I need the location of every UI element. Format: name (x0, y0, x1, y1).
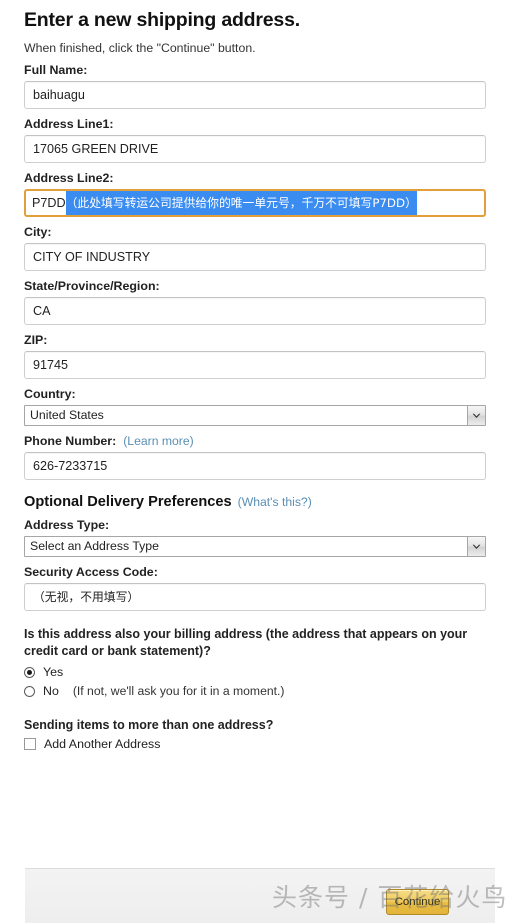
phone-number-input[interactable]: 626-7233715 (24, 452, 486, 480)
field-phone-number: Phone Number: (Learn more) 626-7233715 (24, 434, 501, 480)
city-label: City: (24, 225, 52, 239)
field-city: City: CITY OF INDUSTRY (24, 225, 501, 271)
address-line1-value: 17065 GREEN DRIVE (33, 142, 159, 156)
radio-no-icon[interactable] (24, 685, 35, 697)
billing-option-no-note: (If not, we'll ask you for it in a momen… (72, 684, 285, 698)
billing-option-yes-label: Yes (43, 665, 64, 679)
billing-option-no[interactable]: No (If not, we'll ask you for it in a mo… (24, 684, 501, 698)
field-address-line1: Address Line1: 17065 GREEN DRIVE (24, 117, 501, 163)
billing-option-yes[interactable]: Yes (24, 665, 501, 679)
country-selected-value: United States (30, 408, 104, 422)
field-security-access-code: Security Access Code: （无视，不用填写） (24, 565, 501, 611)
page-subtitle: When finished, click the "Continue" butt… (24, 41, 256, 55)
checkbox-add-another-address-icon[interactable] (24, 738, 36, 750)
country-select[interactable]: United States (24, 405, 486, 426)
security-access-code-value: （无视，不用填写） (33, 590, 140, 604)
zip-input[interactable]: 91745 (24, 351, 486, 379)
address-line1-input[interactable]: 17065 GREEN DRIVE (24, 135, 486, 163)
address-type-select[interactable]: Select an Address Type (24, 536, 486, 557)
address-line2-value: P7DD (32, 196, 66, 210)
address-type-label: Address Type: (24, 518, 110, 532)
address-type-selected-value: Select an Address Type (30, 539, 159, 553)
address-line2-input[interactable]: P7DD （此处填写转运公司提供给你的唯一单元号，千万不可填写P7DD） (24, 189, 486, 217)
state-value: CA (33, 304, 51, 318)
page-title: Enter a new shipping address. (24, 9, 300, 31)
city-value: CITY OF INDUSTRY (33, 250, 151, 264)
optional-delivery-preferences-header: Optional Delivery Preferences (What's th… (24, 494, 501, 510)
billing-option-no-label: No (43, 684, 59, 698)
radio-yes-icon[interactable] (24, 666, 35, 678)
field-full-name: Full Name: baihuagu (24, 63, 501, 109)
state-input[interactable]: CA (24, 297, 486, 325)
field-address-line2: Address Line2: P7DD （此处填写转运公司提供给你的唯一单元号，千… (24, 171, 501, 217)
multi-address-question: Sending items to more than one address? (24, 718, 274, 732)
field-country: Country: United States (24, 387, 501, 426)
shipping-address-form-page: Enter a new shipping address. When finis… (0, 0, 525, 923)
full-name-value: baihuagu (33, 88, 85, 102)
phone-number-label: Phone Number: (24, 434, 117, 448)
field-state: State/Province/Region: CA (24, 279, 501, 325)
security-access-code-label: Security Access Code: (24, 565, 158, 579)
chevron-down-icon[interactable] (467, 537, 485, 556)
address-line1-label: Address Line1: (24, 117, 114, 131)
field-zip: ZIP: 91745 (24, 333, 501, 379)
billing-address-question: Is this address also your billing addres… (24, 627, 468, 658)
phone-learn-more-link[interactable]: (Learn more) (123, 434, 193, 448)
country-label: Country: (24, 387, 76, 401)
whats-this-link[interactable]: (What's this?) (238, 495, 312, 509)
continue-button[interactable]: Continue (386, 889, 449, 915)
add-another-address-label: Add Another Address (44, 737, 161, 751)
state-label: State/Province/Region: (24, 279, 160, 293)
full-name-label: Full Name: (24, 63, 88, 77)
optional-section-title: Optional Delivery Preferences (24, 494, 232, 510)
full-name-input[interactable]: baihuagu (24, 81, 486, 109)
zip-label: ZIP: (24, 333, 48, 347)
chevron-down-icon[interactable] (467, 406, 485, 425)
zip-value: 91745 (33, 358, 69, 372)
address-line2-selected-text: （此处填写转运公司提供给你的唯一单元号，千万不可填写P7DD） (65, 191, 417, 215)
city-input[interactable]: CITY OF INDUSTRY (24, 243, 486, 271)
phone-label-row: Phone Number: (Learn more) (24, 434, 501, 448)
phone-number-value: 626-7233715 (33, 459, 108, 473)
address-line2-label: Address Line2: (24, 171, 114, 185)
add-another-address-row[interactable]: Add Another Address (24, 737, 501, 751)
security-access-code-input[interactable]: （无视，不用填写） (24, 583, 486, 611)
field-address-type: Address Type: Select an Address Type (24, 518, 501, 557)
